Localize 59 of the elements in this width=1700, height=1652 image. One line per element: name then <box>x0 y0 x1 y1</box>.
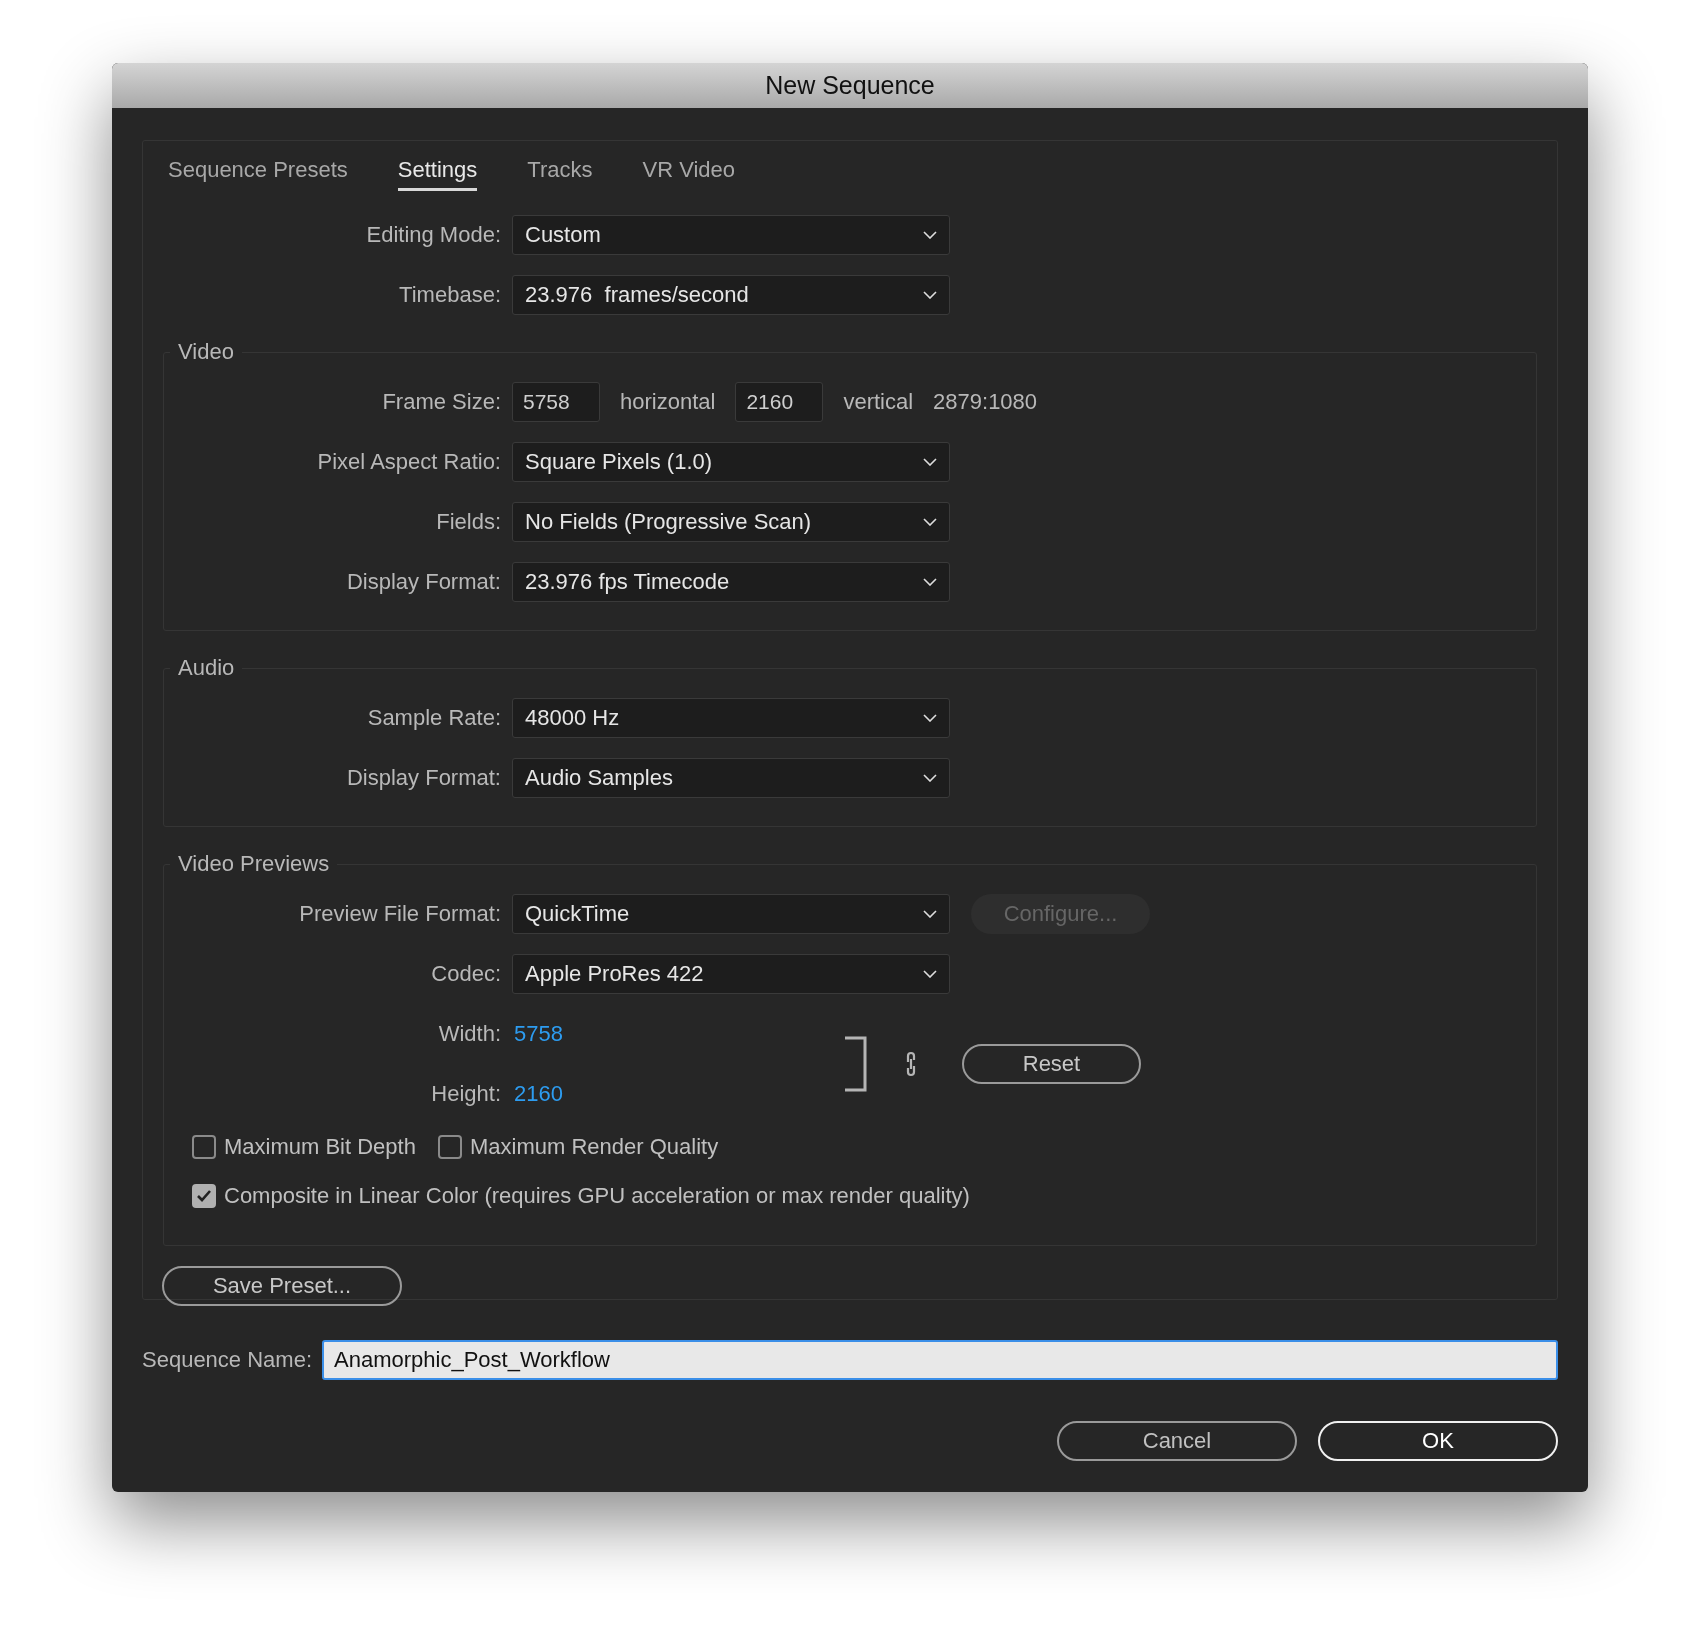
chevron-down-icon <box>923 774 937 782</box>
tab[interactable]: Sequence Presets <box>168 151 348 191</box>
group-title: Video <box>177 339 235 365</box>
dropdown[interactable]: 48000 Hz <box>512 698 950 738</box>
save-preset-button[interactable]: Save Preset... <box>162 1266 402 1306</box>
field-label: Height: <box>430 1081 502 1107</box>
chevron-down-icon <box>923 291 937 299</box>
chevron-down-icon <box>923 578 937 586</box>
checkbox[interactable] <box>192 1184 216 1208</box>
field-label: Timebase: <box>398 282 502 308</box>
cancel-button[interactable]: Cancel <box>1057 1421 1297 1461</box>
ok-button[interactable]: OK <box>1318 1421 1558 1461</box>
chevron-down-icon <box>923 458 937 466</box>
input-field[interactable]: 5758 <box>512 382 600 422</box>
field-label: Sample Rate: <box>366 705 502 731</box>
height-value[interactable]: 2160 <box>512 1081 563 1107</box>
window-title: New Sequence <box>765 71 935 100</box>
chevron-down-icon <box>923 970 937 978</box>
field-label: Editing Mode: <box>365 222 502 248</box>
chain-link-icon[interactable] <box>904 1050 918 1078</box>
bracket-icon <box>844 1036 868 1092</box>
field-label: Display Format: <box>345 569 502 595</box>
input-field[interactable]: 2160 <box>735 382 824 422</box>
tab[interactable]: Tracks <box>527 151 593 191</box>
dropdown[interactable]: Apple ProRes 422 <box>512 954 950 994</box>
sequence-name-field[interactable]: Anamorphic_Post_Workflow <box>322 1340 1558 1380</box>
field-label: Frame Size: <box>381 389 502 415</box>
field-label: Sequence Name: <box>142 1347 312 1373</box>
field-label: Preview File Format: <box>298 901 502 927</box>
dropdown[interactable]: Square Pixels (1.0) <box>512 442 950 482</box>
checkbox[interactable] <box>437 1135 462 1159</box>
chevron-down-icon <box>923 910 937 918</box>
tab[interactable]: Settings <box>397 151 478 191</box>
dropdown[interactable]: QuickTime <box>512 894 950 934</box>
tab[interactable]: VR Video <box>642 151 735 191</box>
field-label: Pixel Aspect Ratio: <box>316 449 502 475</box>
checkbox-label: Composite in Linear Color (requires GPU acceleration or max render quality) <box>224 1183 970 1209</box>
checkbox-label: Maximum Bit Depth <box>224 1134 416 1160</box>
checkbox-label: Maximum Render Quality <box>469 1134 719 1160</box>
field-label: horizontal <box>620 389 716 415</box>
chevron-down-icon <box>923 714 937 722</box>
chevron-down-icon <box>923 231 937 239</box>
field-label: Codec: <box>430 961 502 987</box>
field-label: Width: <box>437 1021 502 1047</box>
group-title: Video Previews <box>177 851 331 877</box>
dropdown[interactable]: 23.976 frames/second <box>512 275 950 315</box>
dropdown[interactable]: No Fields (Progressive Scan) <box>512 502 950 542</box>
dropdown[interactable]: 23.976 fps Timecode <box>512 562 950 602</box>
field-label: vertical <box>843 389 914 415</box>
field-label: Fields: <box>435 509 502 535</box>
aspect-ratio: 2879:1080 <box>933 389 1038 415</box>
group-title: Audio <box>177 655 236 681</box>
chevron-down-icon <box>923 518 937 526</box>
dropdown[interactable]: Custom <box>512 215 950 255</box>
dropdown[interactable]: Audio Samples <box>512 758 950 798</box>
checkbox[interactable] <box>192 1135 216 1159</box>
width-value[interactable]: 5758 <box>512 1021 563 1047</box>
field-label: Display Format: <box>345 765 502 791</box>
reset-button[interactable]: Reset <box>962 1044 1141 1084</box>
